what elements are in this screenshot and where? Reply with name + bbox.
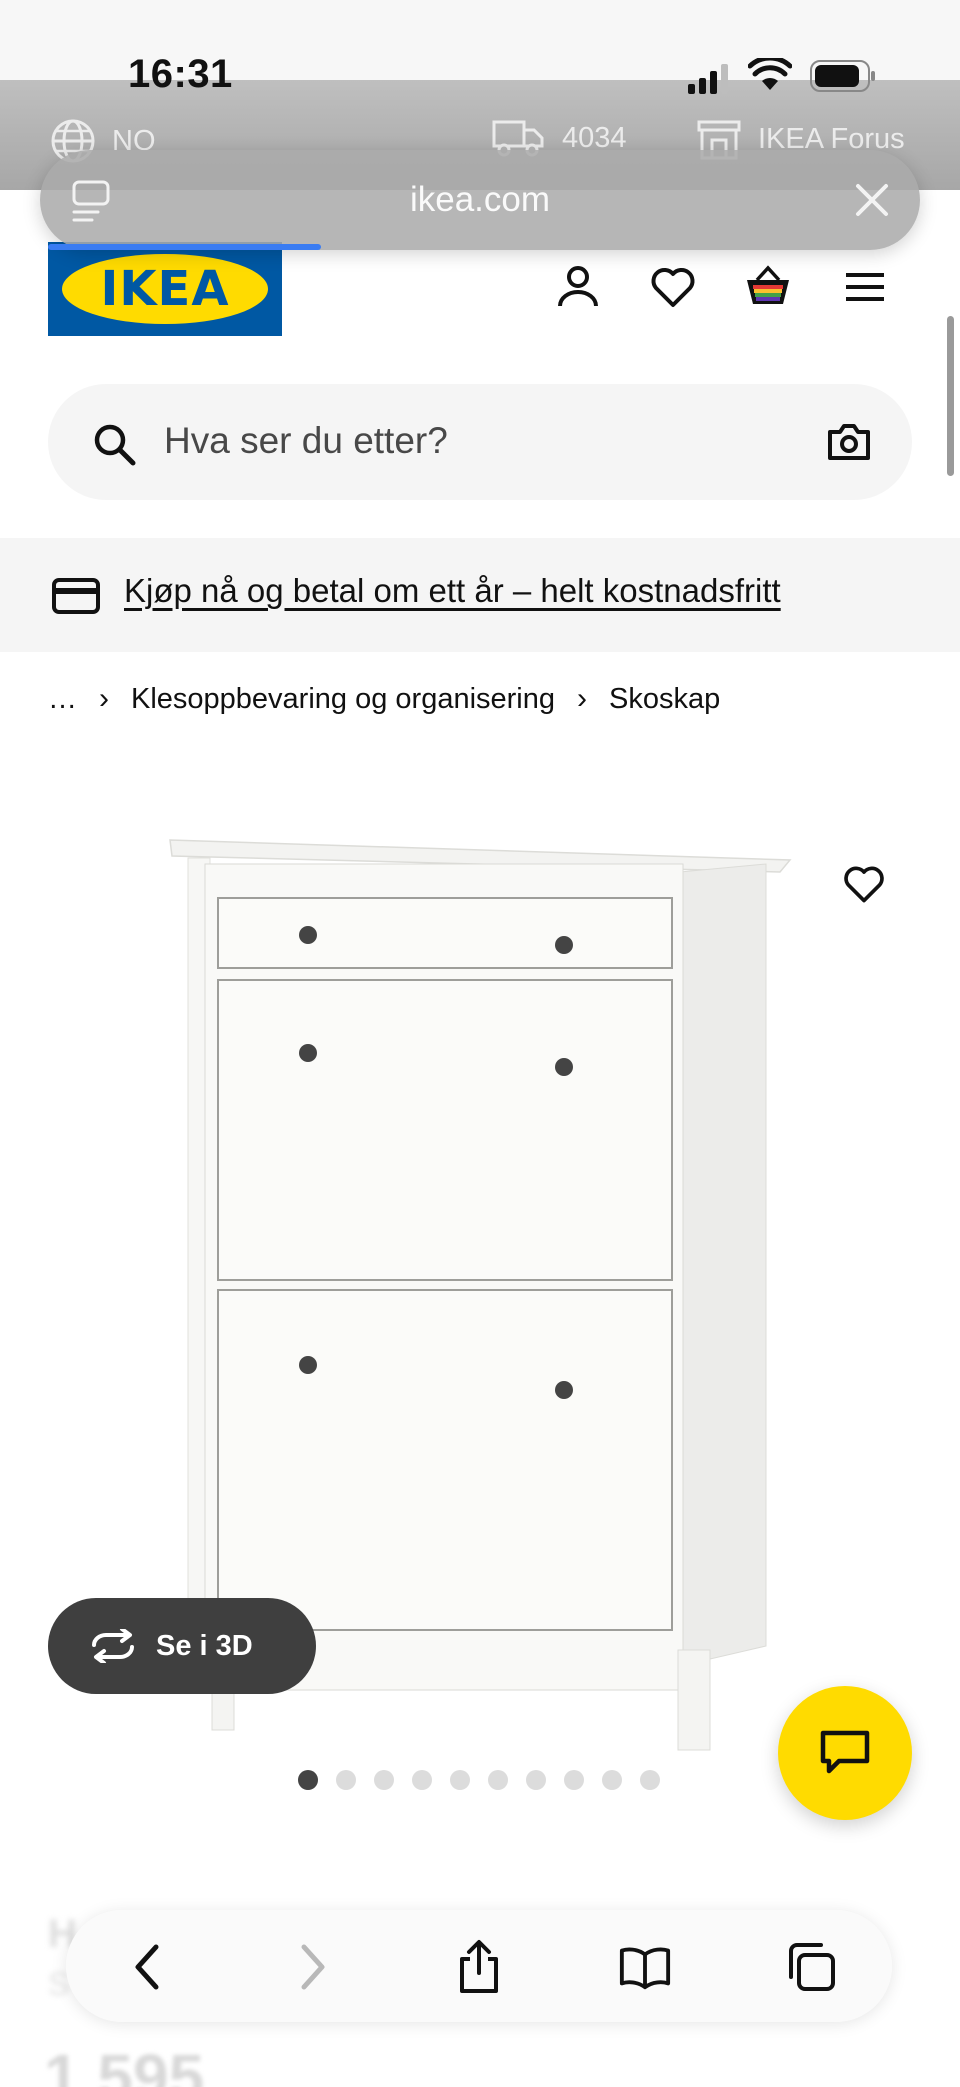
chat-button[interactable] bbox=[778, 1686, 912, 1820]
breadcrumb-item[interactable]: Klesoppbevaring og organisering bbox=[131, 683, 555, 716]
carousel-dot[interactable] bbox=[488, 1770, 508, 1790]
view-in-3d-button[interactable]: Se i 3D bbox=[48, 1598, 316, 1694]
camera-search-icon[interactable] bbox=[826, 422, 872, 462]
carousel-dot[interactable] bbox=[336, 1770, 356, 1790]
breadcrumb: … › Klesoppbevaring og organisering › Sk… bbox=[48, 682, 720, 716]
product-price: 1 595 bbox=[44, 2041, 205, 2087]
cellular-signal-icon bbox=[688, 64, 728, 94]
favourites-heart-icon[interactable] bbox=[648, 262, 698, 312]
view-in-3d-label: Se i 3D bbox=[156, 1629, 253, 1662]
credit-card-icon bbox=[52, 578, 100, 614]
carousel-dot[interactable] bbox=[298, 1770, 318, 1790]
carousel-dot[interactable] bbox=[374, 1770, 394, 1790]
status-time: 16:31 bbox=[128, 52, 233, 96]
ikea-logo[interactable]: IKEA bbox=[48, 242, 282, 336]
account-icon[interactable] bbox=[553, 262, 603, 312]
chevron-right-icon: › bbox=[99, 682, 109, 715]
carousel-dot[interactable] bbox=[526, 1770, 546, 1790]
close-icon[interactable] bbox=[854, 182, 890, 218]
tabs-icon bbox=[789, 1943, 835, 1991]
menu-hamburger-icon[interactable] bbox=[840, 262, 890, 312]
status-bar: 16:31 bbox=[0, 0, 960, 96]
page-scrollbar[interactable] bbox=[947, 316, 954, 476]
chevron-right-icon: › bbox=[577, 682, 588, 715]
search-bar[interactable]: Hva ser du etter? bbox=[48, 384, 912, 500]
book-icon bbox=[619, 1947, 671, 1990]
wifi-icon bbox=[748, 58, 792, 90]
logo-text: IKEA bbox=[100, 261, 230, 317]
share-icon bbox=[460, 1940, 498, 1993]
add-to-favourites-button[interactable] bbox=[814, 834, 914, 934]
page-load-progress bbox=[48, 244, 321, 250]
shopping-basket-icon[interactable] bbox=[743, 262, 793, 312]
share-button[interactable] bbox=[452, 1940, 506, 1994]
chat-bubble-icon bbox=[820, 1730, 870, 1774]
heart-icon bbox=[844, 866, 884, 903]
promo-banner: Kjøp nå og betal om ett år – helt kostna… bbox=[0, 538, 960, 652]
search-input[interactable]: Hva ser du etter? bbox=[164, 420, 448, 462]
chevron-right-icon bbox=[301, 1944, 325, 1990]
search-icon bbox=[94, 424, 136, 466]
carousel-pagination bbox=[298, 1770, 660, 1790]
carousel-dot[interactable] bbox=[602, 1770, 622, 1790]
carousel-dot[interactable] bbox=[564, 1770, 584, 1790]
back-button[interactable] bbox=[120, 1940, 174, 1994]
bookmarks-button[interactable] bbox=[618, 1940, 672, 1994]
forward-button[interactable] bbox=[286, 1940, 340, 1994]
carousel-dot[interactable] bbox=[640, 1770, 660, 1790]
breadcrumb-item[interactable]: … bbox=[48, 683, 77, 716]
promo-link[interactable]: Kjøp nå og betal om ett år – helt kostna… bbox=[124, 572, 781, 610]
carousel-dot[interactable] bbox=[412, 1770, 432, 1790]
logo-oval: IKEA bbox=[62, 254, 268, 324]
browser-toolbar bbox=[66, 1910, 892, 2022]
carousel-dot[interactable] bbox=[450, 1770, 470, 1790]
url-bar[interactable]: ikea.com bbox=[40, 150, 920, 250]
chevron-left-icon bbox=[135, 1944, 159, 1990]
url-domain[interactable]: ikea.com bbox=[40, 180, 920, 220]
tabs-button[interactable] bbox=[784, 1940, 838, 1994]
breadcrumb-item[interactable]: Skoskap bbox=[609, 683, 720, 716]
battery-icon bbox=[810, 60, 875, 92]
rotate-3d-icon bbox=[92, 1629, 134, 1663]
